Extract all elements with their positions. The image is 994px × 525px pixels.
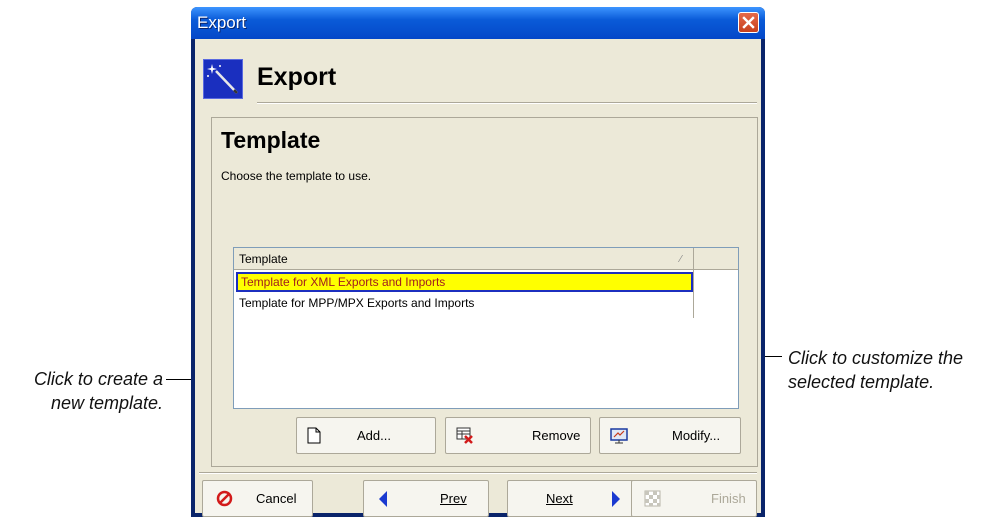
prev-button-label: Prev [440,491,467,506]
annotation-modify-line1: Click to customize the [788,348,964,368]
annotation-add-line2: new template. [50,393,163,413]
annotation-add-line1: Click to create a [33,369,163,389]
export-dialog: Export Export Template Choose the templa… [191,7,765,517]
remove-button-label: Remove [532,428,581,443]
template-row[interactable]: Template for MPP/MPX Exports and Imports [236,293,693,313]
dialog-body: Export Template Choose the template to u… [195,39,761,517]
annotation-add: Click to create a new template. [0,367,163,415]
close-icon [742,16,755,29]
wizard-wand-icon [203,59,243,99]
template-row-selected[interactable]: Template for XML Exports and Imports [236,272,693,292]
add-button[interactable]: Add... [296,417,436,454]
cancel-button-label: Cancel [256,491,297,506]
step-description: Choose the template to use. [221,169,372,183]
column-header-template[interactable]: Template ⁄ [234,248,694,270]
remove-button[interactable]: Remove [445,417,591,454]
column-header-label: Template [239,252,288,266]
template-list[interactable]: Template ⁄ Template for XML Exports and … [233,247,739,409]
header-divider [257,102,757,104]
annotation-modify: Click to customize the selected template… [788,346,994,394]
prev-arrow-icon [377,490,389,511]
next-button[interactable]: Next [507,480,635,517]
window-title: Export [197,13,247,32]
cancel-icon [216,490,233,510]
new-document-icon [307,427,321,447]
column-header-empty[interactable] [694,248,738,270]
modify-button[interactable]: Modify... [599,417,741,454]
remove-template-icon [456,427,474,448]
sort-indicator-icon: ⁄ [680,254,682,265]
footer-divider [199,472,757,474]
annotation-modify-line2: selected template. [788,372,935,392]
cancel-button[interactable]: Cancel [202,480,313,517]
header-title: Export [257,63,337,91]
next-arrow-icon [610,490,622,511]
modify-button-label: Modify... [672,428,721,443]
finish-button-label: Finish [711,491,746,506]
add-button-label: Add... [357,428,391,443]
finish-button[interactable]: Finish [631,480,757,517]
column-divider [693,270,694,318]
next-button-label: Next [546,491,573,506]
modify-template-icon [610,427,628,448]
prev-button[interactable]: Prev [363,480,489,517]
close-button[interactable] [738,12,759,33]
finish-flag-icon [644,490,661,510]
step-title: Template [221,127,321,153]
title-bar[interactable]: Export [191,7,765,39]
